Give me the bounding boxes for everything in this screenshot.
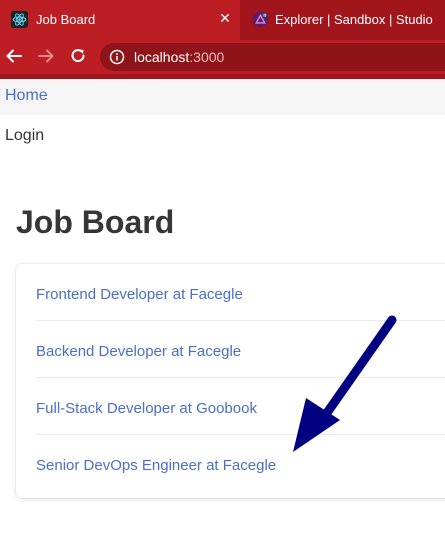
tab-job-board[interactable]: Job Board ✕ — [0, 0, 240, 40]
login-link[interactable]: Login — [5, 127, 44, 145]
info-icon[interactable] — [109, 49, 125, 65]
back-button[interactable] — [3, 45, 25, 67]
studio-icon — [252, 11, 269, 28]
url-port: :3000 — [189, 49, 225, 65]
job-link-3[interactable]: Senior DevOps Engineer at Facegle — [36, 457, 276, 474]
list-item: Senior DevOps Engineer at Facegle — [36, 435, 445, 492]
job-link-0[interactable]: Frontend Developer at Facegle — [36, 286, 243, 303]
tab-title: Explorer | Sandbox | Studio — [275, 12, 433, 27]
job-list-card: Frontend Developer at Facegle Backend De… — [16, 264, 445, 498]
address-bar[interactable]: localhost:3000 — [100, 43, 445, 71]
arrow-left-icon — [6, 49, 22, 63]
react-icon — [11, 11, 28, 28]
list-item: Backend Developer at Facegle — [36, 321, 445, 378]
home-link[interactable]: Home — [5, 87, 48, 105]
page-title: Job Board — [16, 204, 175, 240]
browser-tab-bar: Job Board ✕ Explorer | Sandbox | Studio — [0, 0, 445, 40]
navbar: Home — [0, 79, 445, 115]
reload-icon — [71, 49, 85, 63]
job-link-2[interactable]: Full-Stack Developer at Goobook — [36, 400, 257, 417]
list-item: Frontend Developer at Facegle — [36, 264, 445, 321]
url-host: localhost — [134, 49, 190, 65]
browser-toolbar: localhost:3000 — [0, 40, 445, 74]
url-text: localhost:3000 — [134, 49, 224, 65]
close-icon[interactable]: ✕ — [217, 10, 233, 27]
forward-button[interactable] — [35, 45, 57, 67]
tab-explorer-studio[interactable]: Explorer | Sandbox | Studio — [244, 0, 445, 40]
reload-button[interactable] — [67, 45, 89, 67]
arrow-right-icon — [38, 49, 54, 63]
job-link-1[interactable]: Backend Developer at Facegle — [36, 343, 241, 360]
list-item: Full-Stack Developer at Goobook — [36, 378, 445, 435]
tab-title: Job Board — [36, 12, 96, 27]
